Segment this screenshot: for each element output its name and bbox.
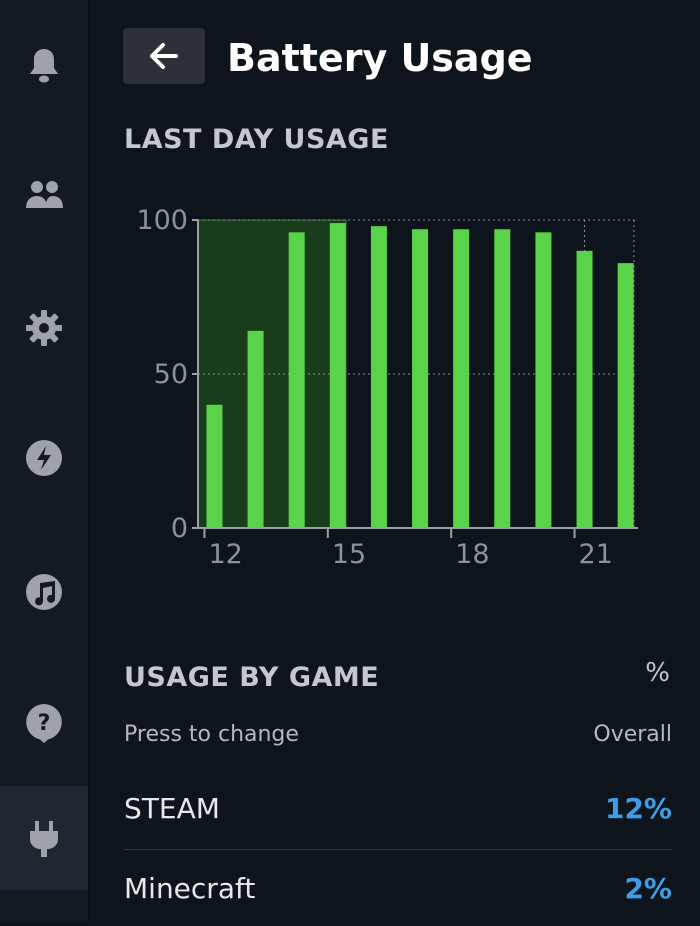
main-panel: Battery Usage LAST DAY USAGE 0 50 100 12 15 1…	[90, 0, 700, 922]
x-tick-label: 18	[455, 539, 489, 570]
lightning-icon[interactable]	[0, 428, 88, 488]
row-divider	[124, 849, 672, 850]
game-row-minecraft[interactable]: Minecraft 2%	[90, 856, 700, 926]
bar	[412, 229, 429, 529]
bar	[370, 226, 387, 528]
press-to-change-label[interactable]: Press to change	[124, 722, 299, 747]
bar	[535, 232, 552, 528]
game-percent: 12%	[604, 792, 672, 825]
bar	[494, 229, 511, 529]
arrow-left-icon	[150, 43, 178, 69]
last-day-usage-heading: LAST DAY USAGE	[124, 124, 389, 155]
help-icon[interactable]: ?	[0, 692, 88, 752]
bar	[453, 229, 470, 529]
game-row-steam[interactable]: STEAM 12%	[90, 776, 700, 846]
game-percent: 2%	[624, 872, 672, 905]
mode-overall-label[interactable]: Overall	[593, 722, 672, 747]
x-tick-label: 21	[579, 539, 613, 570]
y-tick-label: 0	[171, 513, 188, 544]
sidebar: ?	[0, 0, 90, 922]
music-icon[interactable]	[0, 562, 88, 622]
x-tick-label: 12	[208, 539, 242, 570]
x-tick-label: 15	[332, 539, 366, 570]
usage-by-game-heading: USAGE BY GAME	[124, 662, 380, 693]
gear-icon[interactable]	[0, 298, 88, 358]
bar	[247, 330, 264, 528]
power-plug-icon[interactable]	[0, 786, 88, 890]
page-title: Battery Usage	[227, 36, 533, 80]
svg-text:?: ?	[38, 711, 51, 736]
bar	[617, 263, 634, 528]
game-name: STEAM	[124, 792, 220, 825]
bar	[288, 232, 305, 528]
bell-icon[interactable]	[0, 35, 88, 95]
percent-unit-label: %	[645, 658, 670, 688]
bar	[576, 250, 593, 529]
battery-chart: 0 50 100 12 15 18 21	[90, 195, 700, 585]
game-name: Minecraft	[124, 872, 256, 905]
y-tick-label: 100	[136, 205, 188, 236]
bar	[206, 404, 223, 528]
back-button[interactable]	[123, 28, 205, 84]
y-tick-label: 50	[154, 359, 188, 390]
friends-icon[interactable]	[0, 165, 88, 225]
bar	[329, 223, 346, 528]
battery-chart-svg: 0 50 100 12 15 18 21	[136, 205, 638, 570]
